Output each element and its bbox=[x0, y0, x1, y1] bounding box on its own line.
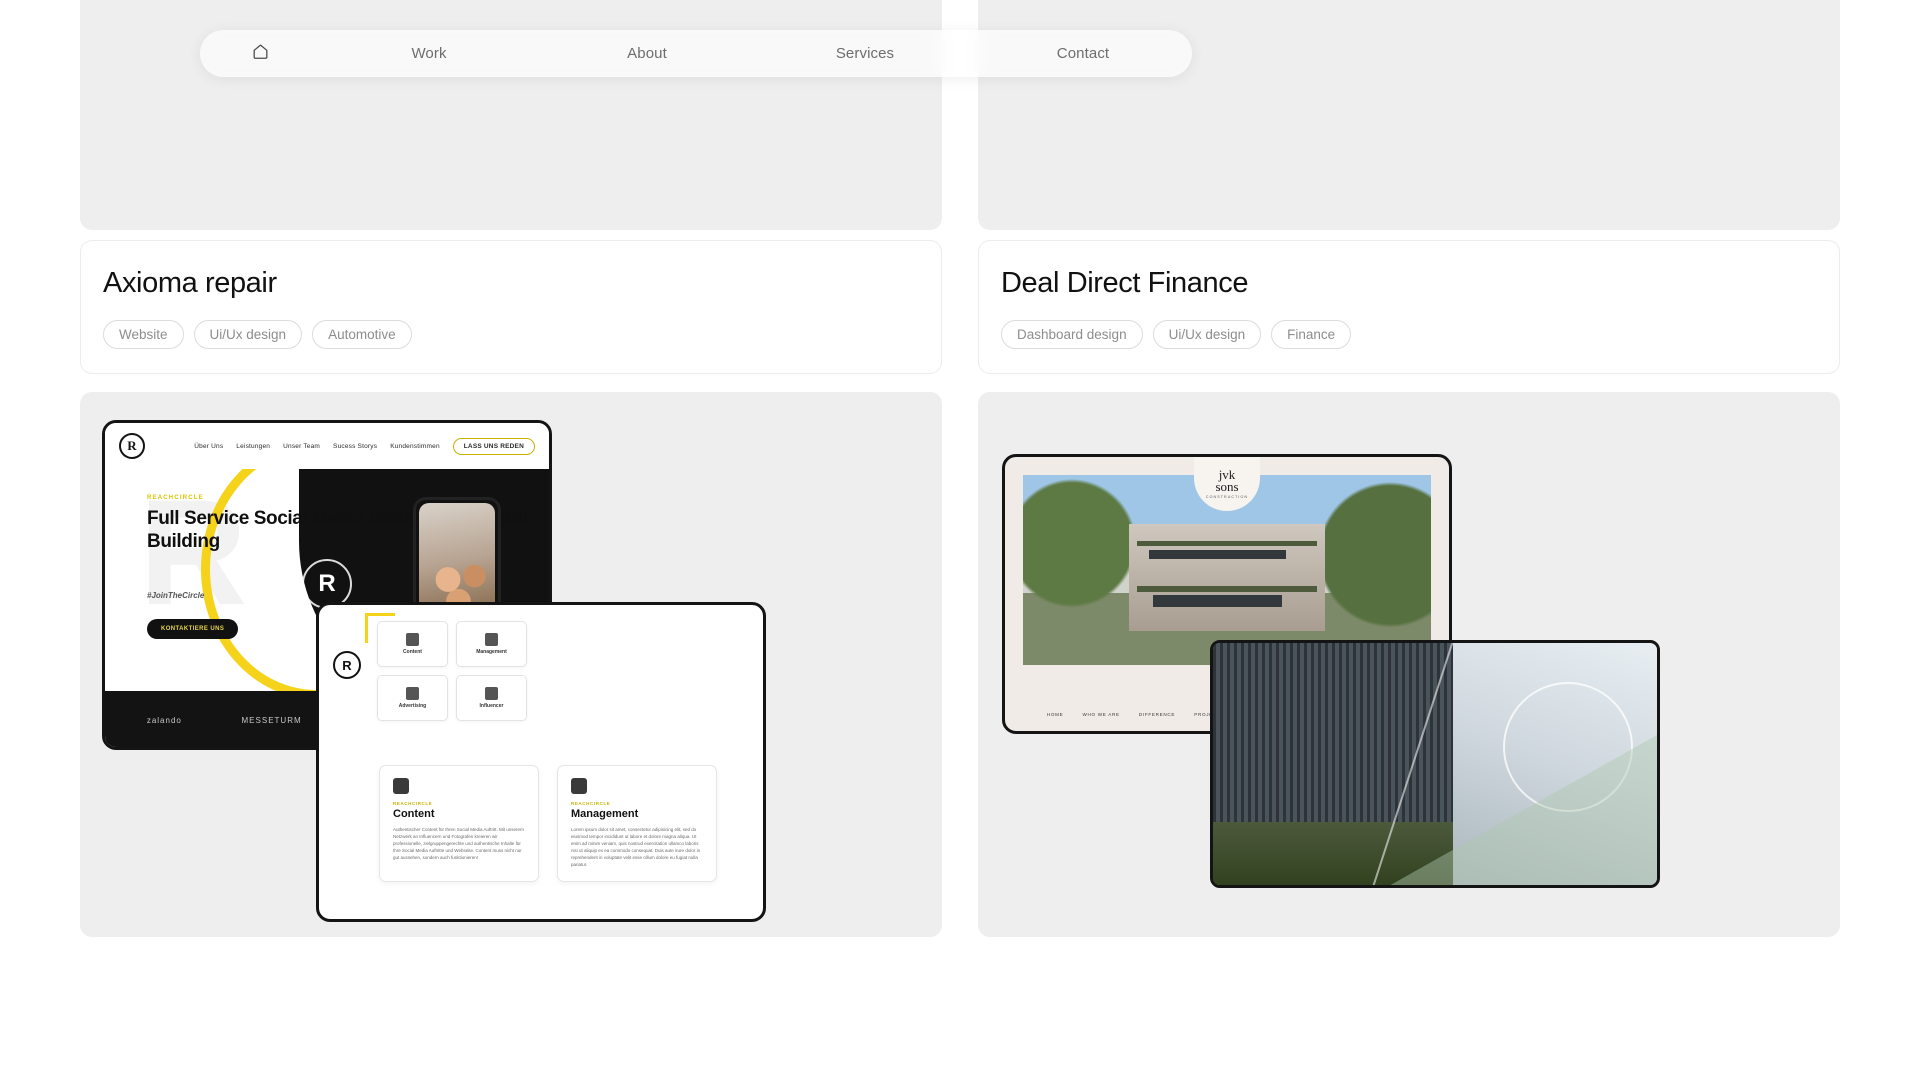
service-grid: Content Management Advertising Influence… bbox=[377, 621, 527, 721]
site-nav-item[interactable]: Kundenstimmen bbox=[390, 443, 440, 450]
hero-kicker: REACHCIRCLE bbox=[147, 495, 204, 501]
project-card-jvk-sons[interactable]: jvk sons CONSTRUCTION HOME WHO WE ARE DI… bbox=[978, 392, 1840, 937]
service-label: Management bbox=[476, 649, 507, 655]
site-nav-item[interactable]: Sucess Storys bbox=[333, 443, 377, 450]
logo-subtitle: CONSTRUCTION bbox=[1205, 495, 1249, 500]
service-label: Content bbox=[403, 649, 422, 655]
site-nav-item[interactable]: HOME bbox=[1047, 712, 1064, 717]
content-icon bbox=[406, 633, 419, 646]
project-tag[interactable]: Ui/Ux design bbox=[193, 320, 303, 349]
advertising-icon bbox=[406, 687, 419, 700]
management-icon bbox=[485, 633, 498, 646]
home-button[interactable] bbox=[200, 42, 320, 66]
nav-item-about[interactable]: About bbox=[538, 45, 756, 62]
service-label: Advertising bbox=[398, 703, 427, 709]
brand-logo-icon: R bbox=[119, 433, 145, 459]
management-icon bbox=[571, 778, 587, 794]
project-meta-deal-direct-finance: Deal Direct Finance Dashboard design Ui/… bbox=[978, 240, 1840, 374]
nav-item-contact[interactable]: Contact bbox=[974, 45, 1192, 62]
service-cell[interactable]: Advertising bbox=[377, 675, 448, 721]
home-icon bbox=[251, 42, 270, 66]
influencer-icon bbox=[485, 687, 498, 700]
project-tags: Dashboard design Ui/Ux design Finance bbox=[1001, 320, 1817, 349]
house-render bbox=[1129, 524, 1325, 631]
floating-navbar[interactable]: Work About Services Contact bbox=[200, 30, 1192, 77]
architecture-secondary-mock bbox=[1210, 640, 1660, 888]
service-label: Influencer bbox=[479, 703, 504, 709]
panel-body: Authentischer Content für Ihren Social M… bbox=[393, 827, 524, 860]
project-title: Deal Direct Finance bbox=[1001, 267, 1249, 299]
site-nav: Über Uns Leistungen Unser Team Sucess St… bbox=[194, 437, 535, 455]
project-title: Axioma repair bbox=[103, 267, 277, 299]
nav-item-services[interactable]: Services bbox=[756, 45, 974, 62]
project-tag[interactable]: Finance bbox=[1271, 320, 1352, 349]
service-panel: REACHCIRCLE Management Lorem ipsum dolor… bbox=[557, 765, 717, 882]
fence-photo bbox=[1213, 643, 1462, 885]
hero-cta-button[interactable]: KONTAKTIERE UNS bbox=[147, 619, 239, 639]
project-tag[interactable]: Ui/Ux design bbox=[1152, 320, 1262, 349]
panel-kicker: REACHCIRCLE bbox=[571, 801, 611, 806]
project-tag[interactable]: Website bbox=[103, 320, 184, 349]
project-tag[interactable]: Dashboard design bbox=[1001, 320, 1143, 349]
panel-kicker: REACHCIRCLE bbox=[393, 801, 433, 806]
project-preview-jvk-sons[interactable]: jvk sons CONSTRUCTION HOME WHO WE ARE DI… bbox=[978, 392, 1840, 937]
service-cell[interactable]: Management bbox=[456, 621, 527, 667]
site-nav-item[interactable]: Über Uns bbox=[194, 443, 223, 450]
hero-hashtag: #JoinTheCircle bbox=[147, 591, 205, 600]
site-header: R Über Uns Leistungen Unser Team Sucess … bbox=[105, 423, 549, 469]
client-logo: zalando bbox=[146, 715, 182, 725]
project-grid: DETAILS DETAILS Axioma repair Website Ui… bbox=[0, 0, 1920, 937]
project-card-social-media[interactable]: R Über Uns Leistungen Unser Team Sucess … bbox=[80, 392, 942, 937]
site-nav-item[interactable]: DIFFERENCE bbox=[1139, 712, 1175, 717]
nav-item-work[interactable]: Work bbox=[320, 45, 538, 62]
panel-title: Management bbox=[571, 808, 639, 820]
panel-title: Content bbox=[393, 808, 435, 820]
service-panels: REACHCIRCLE Content Authentischer Conten… bbox=[379, 765, 717, 882]
client-logo: MESSETURM bbox=[241, 715, 302, 725]
site-nav-item[interactable]: Leistungen bbox=[236, 443, 270, 450]
logo-line-2: sons bbox=[1215, 479, 1239, 494]
content-icon bbox=[393, 778, 409, 794]
panel-body: Lorem ipsum dolor sit amet, consectetur … bbox=[571, 827, 701, 867]
service-cell[interactable]: Content bbox=[377, 621, 448, 667]
project-meta-axioma: Axioma repair Website Ui/Ux design Autom… bbox=[80, 240, 942, 374]
site-nav-item[interactable]: WHO WE ARE bbox=[1082, 712, 1119, 717]
social-media-services-mock: Content Management Advertising Influence… bbox=[316, 602, 766, 922]
site-cta-button[interactable]: LASS UNS REDEN bbox=[452, 437, 535, 455]
play-button-icon[interactable]: R bbox=[333, 651, 361, 679]
project-preview-social-media[interactable]: R Über Uns Leistungen Unser Team Sucess … bbox=[80, 392, 942, 937]
project-tag[interactable]: Automotive bbox=[312, 320, 412, 349]
project-tags: Website Ui/Ux design Automotive bbox=[103, 320, 919, 349]
site-nav-item[interactable]: Unser Team bbox=[283, 443, 320, 450]
service-cell[interactable]: Influencer bbox=[456, 675, 527, 721]
service-panel: REACHCIRCLE Content Authentischer Conten… bbox=[379, 765, 539, 882]
